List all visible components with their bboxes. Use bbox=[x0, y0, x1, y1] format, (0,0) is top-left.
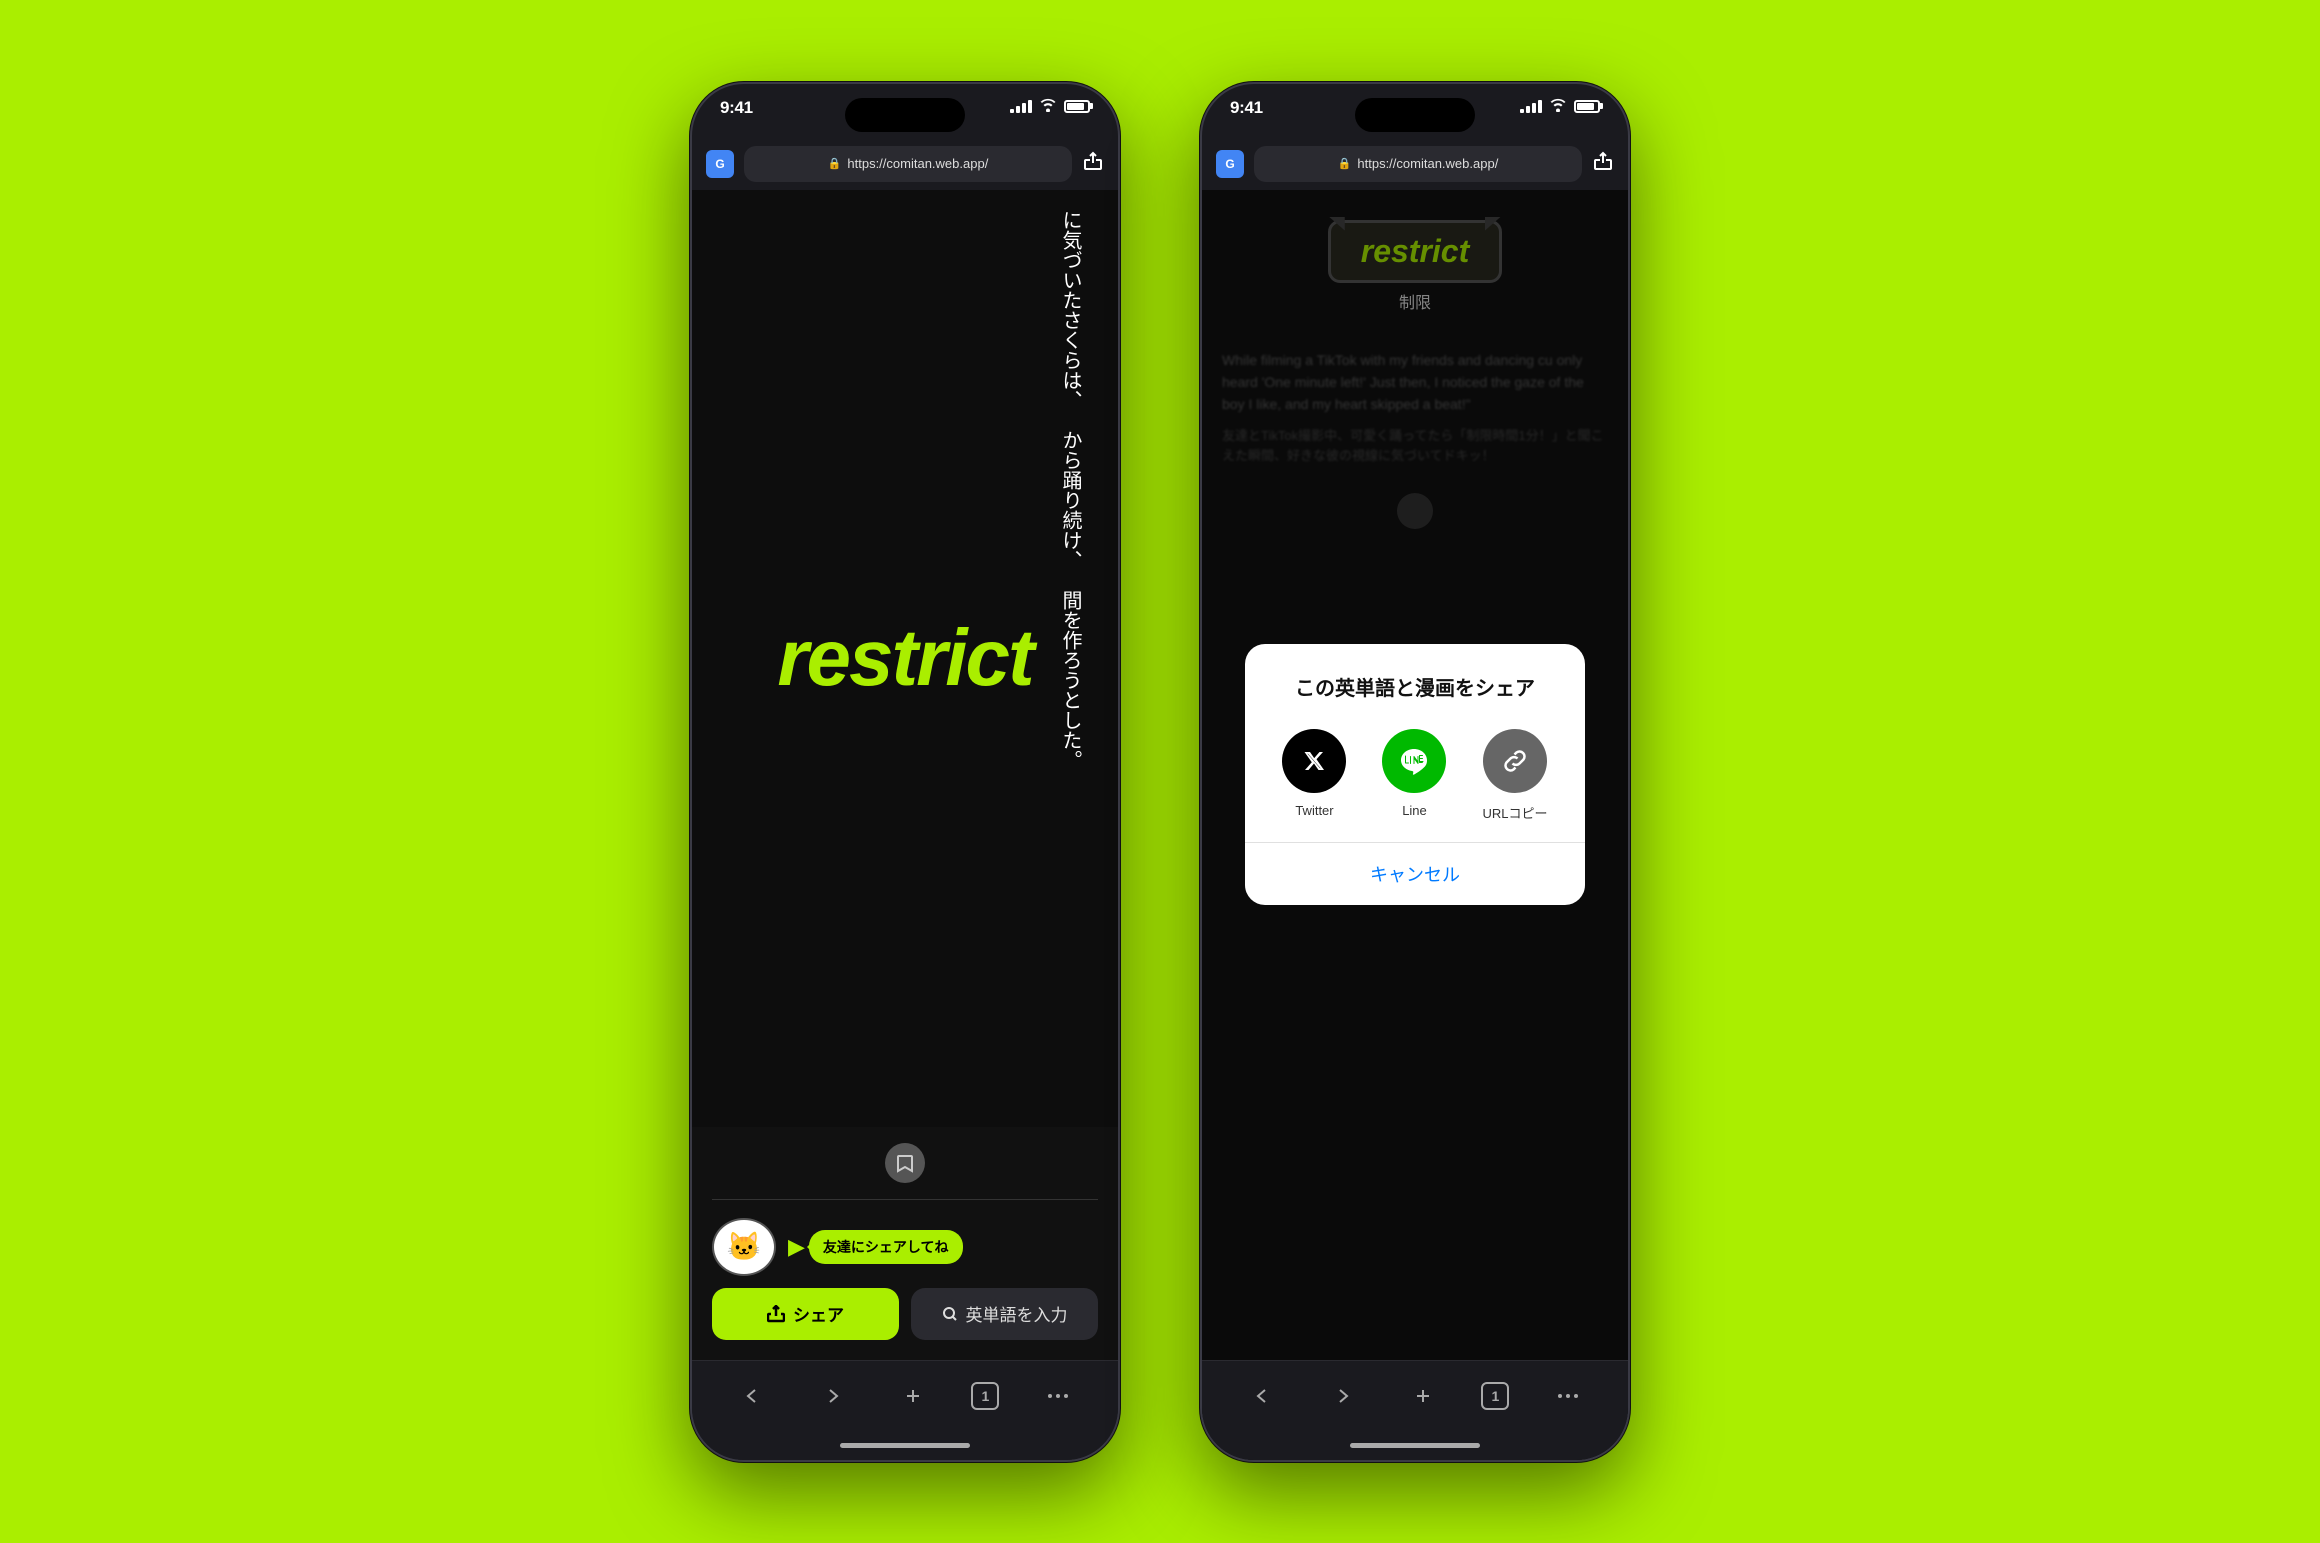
action-buttons-left: シェア 英単語を入力 bbox=[692, 1288, 1118, 1360]
share-dialog-title: この英単語と漫画をシェア bbox=[1269, 672, 1561, 701]
share-dialog-overlay[interactable]: この英単語と漫画をシェア Twitter bbox=[1202, 190, 1628, 1360]
lock-icon-right: 🔒 bbox=[1338, 157, 1352, 170]
share-promo-area: 🐱 ▶ 友達にシェアしてね bbox=[692, 1200, 1118, 1288]
jp-col-1: に気づいたさくらは、 bbox=[1052, 210, 1088, 410]
bookmark-area[interactable] bbox=[692, 1127, 1118, 1199]
bookmark-button[interactable] bbox=[885, 1143, 925, 1183]
url-icon-bg bbox=[1483, 729, 1547, 793]
share-option-twitter[interactable]: Twitter bbox=[1282, 729, 1346, 822]
signal-icon-right bbox=[1520, 99, 1542, 113]
jp-col-2: から踊り続け、 bbox=[1052, 430, 1088, 570]
bottom-nav-left: 1 bbox=[692, 1360, 1118, 1432]
share-promo-bubble: 友達にシェアしてね bbox=[809, 1230, 963, 1264]
status-time-left: 9:41 bbox=[720, 98, 753, 118]
wifi-icon-right bbox=[1549, 98, 1567, 115]
twitter-icon-bg bbox=[1282, 729, 1346, 793]
battery-icon-right bbox=[1574, 100, 1600, 113]
new-tab-button-right[interactable] bbox=[1401, 1374, 1445, 1418]
home-indicator-left bbox=[692, 1432, 1118, 1460]
home-bar-left bbox=[840, 1443, 970, 1448]
main-word-left: restrict bbox=[757, 612, 1052, 704]
japanese-text: に気づいたさくらは、 から踊り続け、 間を作ろうとした。 bbox=[1052, 210, 1088, 770]
status-icons-left bbox=[1010, 98, 1090, 115]
google-icon-left: G bbox=[706, 150, 734, 178]
jp-col-3: 間を作ろうとした。 bbox=[1052, 590, 1088, 770]
address-bar-left[interactable]: G 🔒 https://comitan.web.app/ bbox=[692, 138, 1118, 190]
more-button-left[interactable] bbox=[1036, 1374, 1080, 1418]
share-options: Twitter Line bbox=[1269, 729, 1561, 822]
url-text-left: https://comitan.web.app/ bbox=[847, 156, 988, 171]
twitter-label: Twitter bbox=[1295, 803, 1333, 818]
cancel-button[interactable]: キャンセル bbox=[1269, 843, 1561, 905]
battery-icon-left bbox=[1064, 100, 1090, 113]
search-button[interactable]: 英単語を入力 bbox=[911, 1288, 1098, 1340]
left-phone-content: に気づいたさくらは、 から踊り続け、 間を作ろうとした。 restrict bbox=[692, 190, 1118, 1360]
phone-left: 9:41 G 🔒 https://comitan.web.a bbox=[690, 82, 1120, 1462]
signal-icon-left bbox=[1010, 99, 1032, 113]
lock-icon-left: 🔒 bbox=[828, 157, 842, 170]
google-icon-right: G bbox=[1216, 150, 1244, 178]
url-bar-left[interactable]: 🔒 https://comitan.web.app/ bbox=[744, 146, 1072, 182]
url-text-right: https://comitan.web.app/ bbox=[1357, 156, 1498, 171]
share-option-url[interactable]: URLコピー bbox=[1482, 729, 1547, 822]
status-time-right: 9:41 bbox=[1230, 98, 1263, 118]
new-tab-button-left[interactable] bbox=[891, 1374, 935, 1418]
more-button-right[interactable] bbox=[1546, 1374, 1590, 1418]
dynamic-island-right bbox=[1355, 98, 1475, 132]
share-button[interactable]: シェア bbox=[712, 1288, 899, 1340]
right-main: restrict 制限 While filming a TikTok with … bbox=[1202, 190, 1628, 1360]
share-icon-left[interactable] bbox=[1082, 150, 1104, 178]
tabs-button-left[interactable]: 1 bbox=[971, 1382, 999, 1410]
share-dialog: この英単語と漫画をシェア Twitter bbox=[1245, 644, 1585, 905]
home-indicator-right bbox=[1202, 1432, 1628, 1460]
phone-right: 9:41 G 🔒 https://comitan.web.app/ bbox=[1200, 82, 1630, 1462]
tabs-button-right[interactable]: 1 bbox=[1481, 1382, 1509, 1410]
back-button-left[interactable] bbox=[730, 1374, 774, 1418]
status-icons-right bbox=[1520, 98, 1600, 115]
address-bar-right[interactable]: G 🔒 https://comitan.web.app/ bbox=[1202, 138, 1628, 190]
forward-button-right[interactable] bbox=[1321, 1374, 1365, 1418]
url-copy-label: URLコピー bbox=[1482, 803, 1547, 822]
right-phone-content: restrict 制限 While filming a TikTok with … bbox=[1202, 190, 1628, 1460]
share-option-line[interactable]: Line bbox=[1382, 729, 1446, 822]
share-icon-right[interactable] bbox=[1592, 150, 1614, 178]
line-icon-bg bbox=[1382, 729, 1446, 793]
dynamic-island-left bbox=[845, 98, 965, 132]
home-bar-right bbox=[1350, 1443, 1480, 1448]
bottom-nav-right: 1 bbox=[1202, 1360, 1628, 1432]
mascot-icon: 🐱 bbox=[712, 1218, 776, 1276]
forward-button-left[interactable] bbox=[811, 1374, 855, 1418]
manga-panel: に気づいたさくらは、 から踊り続け、 間を作ろうとした。 restrict bbox=[692, 190, 1118, 1127]
back-button-right[interactable] bbox=[1240, 1374, 1284, 1418]
url-bar-right[interactable]: 🔒 https://comitan.web.app/ bbox=[1254, 146, 1582, 182]
wifi-icon-left bbox=[1039, 98, 1057, 115]
line-label: Line bbox=[1402, 803, 1427, 818]
